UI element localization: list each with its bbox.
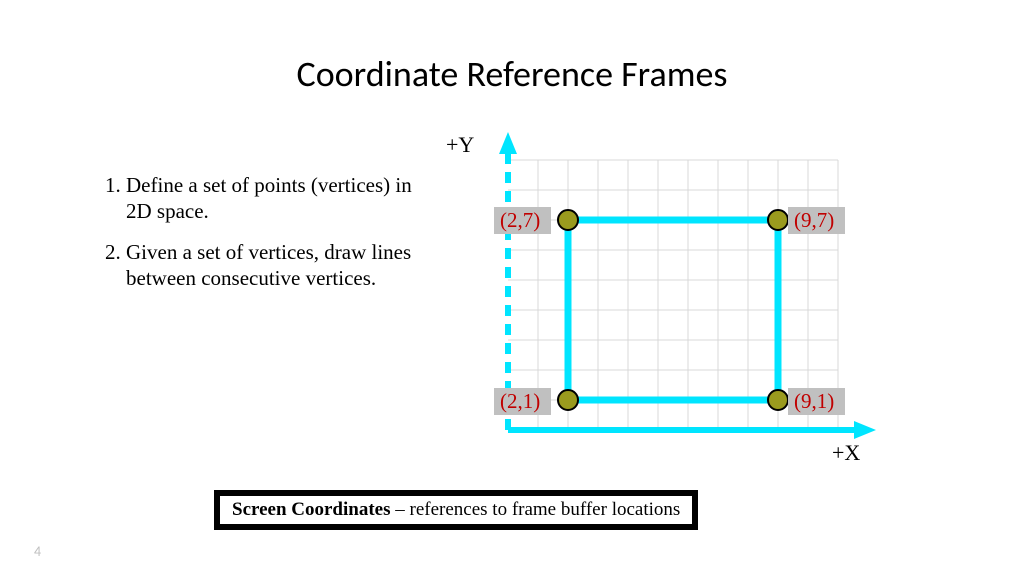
vertex-label-9-7: (9,7) — [788, 207, 845, 234]
footer-rest: – references to frame buffer locations — [391, 499, 681, 520]
bullet-item-1: Define a set of points (vertices) in 2D … — [126, 172, 420, 225]
page-title: Coordinate Reference Frames — [0, 52, 1024, 96]
vertex-2-1-icon — [558, 390, 578, 410]
vertex-label-2-7: (2,7) — [494, 207, 551, 234]
y-axis-icon — [499, 132, 517, 430]
footer-caption: Screen Coordinates – references to frame… — [214, 490, 698, 530]
vertex-9-1-icon — [768, 390, 788, 410]
slide: Coordinate Reference Frames Define a set… — [0, 0, 1024, 576]
page-number: 4 — [34, 543, 41, 560]
vertex-2-7-icon — [558, 210, 578, 230]
x-axis-icon — [508, 421, 876, 439]
vertex-9-7-icon — [768, 210, 788, 230]
axis-x-label: +X — [832, 440, 860, 466]
bullet-list: Define a set of points (vertices) in 2D … — [100, 172, 420, 305]
vertex-label-9-1: (9,1) — [788, 388, 845, 415]
footer-bold: Screen Coordinates — [232, 499, 391, 520]
bullet-item-2: Given a set of vertices, draw lines betw… — [126, 239, 420, 292]
vertex-label-2-1: (2,1) — [494, 388, 551, 415]
